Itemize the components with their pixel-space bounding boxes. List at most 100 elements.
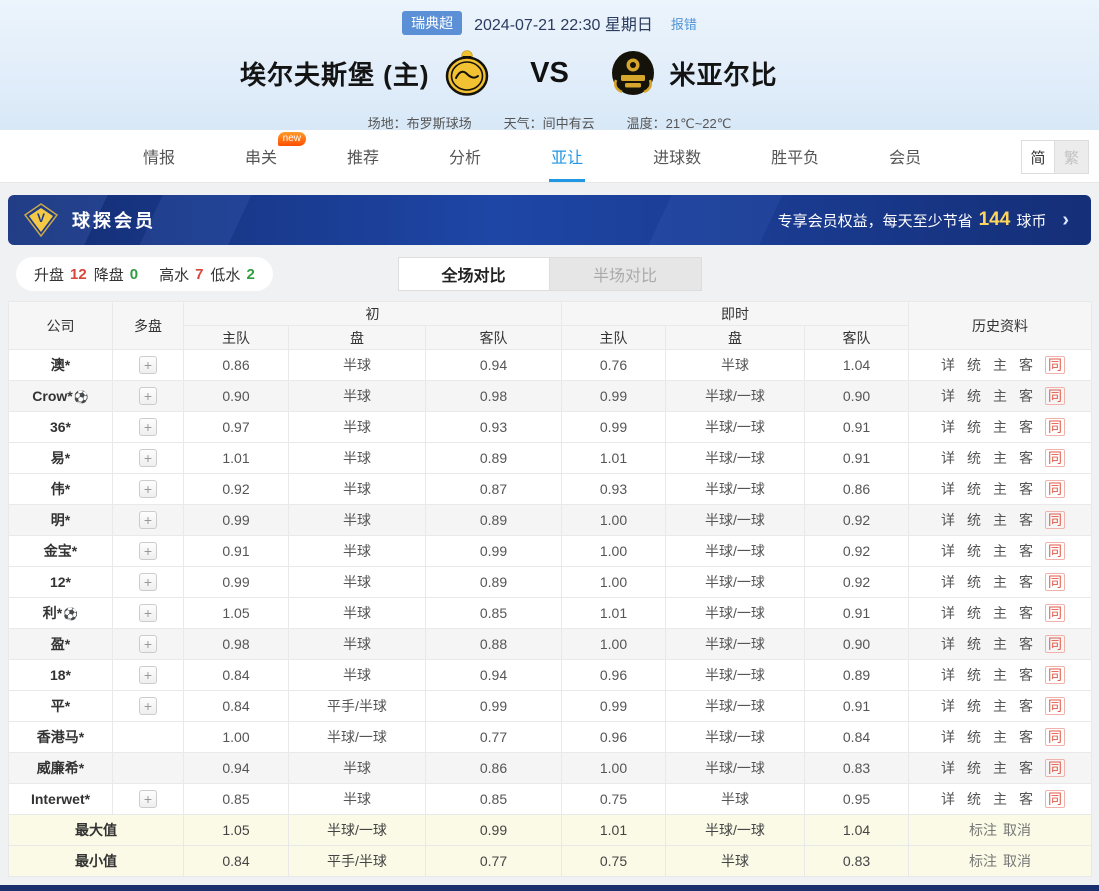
multi-odds-add-button[interactable]: +	[139, 604, 157, 622]
stats-link[interactable]: 统	[967, 574, 981, 590]
same-league-link[interactable]: 同	[1045, 480, 1065, 498]
detail-link[interactable]: 详	[941, 729, 955, 745]
same-league-link[interactable]: 同	[1045, 728, 1065, 746]
same-league-link[interactable]: 同	[1045, 573, 1065, 591]
same-league-link[interactable]: 同	[1045, 790, 1065, 808]
home-link[interactable]: 主	[993, 388, 1007, 404]
multi-odds-add-button[interactable]: +	[139, 666, 157, 684]
home-link[interactable]: 主	[993, 791, 1007, 807]
lang-simplified-button[interactable]: 简	[1021, 140, 1055, 174]
company-name[interactable]: 盈*	[51, 636, 70, 652]
mark-link[interactable]: 标注	[969, 822, 997, 838]
nav-tab-analysis[interactable]: 分析	[446, 130, 484, 182]
away-link[interactable]: 客	[1019, 419, 1033, 435]
league-badge[interactable]: 瑞典超	[402, 11, 462, 35]
home-link[interactable]: 主	[993, 543, 1007, 559]
detail-link[interactable]: 详	[941, 419, 955, 435]
vip-banner[interactable]: V 球探会员 专享会员权益，每天至少节省 144 球币 ›	[8, 195, 1091, 245]
away-link[interactable]: 客	[1019, 388, 1033, 404]
company-name[interactable]: 易*	[51, 450, 70, 466]
away-link[interactable]: 客	[1019, 667, 1033, 683]
multi-odds-add-button[interactable]: +	[139, 480, 157, 498]
multi-odds-add-button[interactable]: +	[139, 573, 157, 591]
multi-odds-add-button[interactable]: +	[139, 418, 157, 436]
chevron-right-icon[interactable]: ›	[1062, 209, 1069, 232]
away-link[interactable]: 客	[1019, 636, 1033, 652]
home-link[interactable]: 主	[993, 481, 1007, 497]
stats-link[interactable]: 统	[967, 450, 981, 466]
stats-link[interactable]: 统	[967, 667, 981, 683]
same-league-link[interactable]: 同	[1045, 449, 1065, 467]
detail-link[interactable]: 详	[941, 574, 955, 590]
stats-link[interactable]: 统	[967, 605, 981, 621]
same-league-link[interactable]: 同	[1045, 511, 1065, 529]
away-link[interactable]: 客	[1019, 512, 1033, 528]
stats-link[interactable]: 统	[967, 388, 981, 404]
company-name[interactable]: 金宝*	[44, 543, 77, 559]
nav-tab-recommend[interactable]: 推荐	[344, 130, 382, 182]
company-name[interactable]: 明*	[51, 512, 70, 528]
company-name[interactable]: 利*	[43, 605, 62, 621]
detail-link[interactable]: 详	[941, 357, 955, 373]
multi-odds-add-button[interactable]: +	[139, 356, 157, 374]
report-error-link[interactable]: 报错	[671, 14, 697, 33]
away-link[interactable]: 客	[1019, 605, 1033, 621]
cancel-link[interactable]: 取消	[1003, 853, 1031, 869]
detail-link[interactable]: 详	[941, 512, 955, 528]
company-name[interactable]: 12*	[50, 574, 71, 590]
multi-odds-add-button[interactable]: +	[139, 511, 157, 529]
same-league-link[interactable]: 同	[1045, 418, 1065, 436]
detail-link[interactable]: 详	[941, 698, 955, 714]
tab-full-match-compare[interactable]: 全场对比	[398, 257, 550, 291]
same-league-link[interactable]: 同	[1045, 759, 1065, 777]
company-name[interactable]: 36*	[50, 419, 71, 435]
company-name[interactable]: 平*	[51, 698, 70, 714]
nav-tab-vip[interactable]: 会员	[886, 130, 924, 182]
nav-tab-goals[interactable]: 进球数	[650, 130, 704, 182]
company-name[interactable]: 澳*	[51, 357, 70, 373]
away-link[interactable]: 客	[1019, 791, 1033, 807]
nav-tab-parlay[interactable]: 串关new	[242, 130, 280, 182]
multi-odds-add-button[interactable]: +	[139, 635, 157, 653]
stats-link[interactable]: 统	[967, 419, 981, 435]
multi-odds-add-button[interactable]: +	[139, 790, 157, 808]
detail-link[interactable]: 详	[941, 388, 955, 404]
detail-link[interactable]: 详	[941, 450, 955, 466]
home-link[interactable]: 主	[993, 357, 1007, 373]
detail-link[interactable]: 详	[941, 636, 955, 652]
nav-tab-asian-handicap[interactable]: 亚让	[548, 130, 586, 182]
away-link[interactable]: 客	[1019, 450, 1033, 466]
stats-link[interactable]: 统	[967, 357, 981, 373]
multi-odds-add-button[interactable]: +	[139, 449, 157, 467]
stats-link[interactable]: 统	[967, 512, 981, 528]
company-name[interactable]: 18*	[50, 667, 71, 683]
home-link[interactable]: 主	[993, 605, 1007, 621]
same-league-link[interactable]: 同	[1045, 697, 1065, 715]
company-name[interactable]: Crow*	[32, 388, 72, 404]
home-link[interactable]: 主	[993, 698, 1007, 714]
company-name[interactable]: 香港马*	[37, 729, 84, 745]
home-link[interactable]: 主	[993, 419, 1007, 435]
away-link[interactable]: 客	[1019, 729, 1033, 745]
same-league-link[interactable]: 同	[1045, 666, 1065, 684]
detail-link[interactable]: 详	[941, 791, 955, 807]
stats-link[interactable]: 统	[967, 729, 981, 745]
stats-link[interactable]: 统	[967, 636, 981, 652]
nav-tab-win-draw-lose[interactable]: 胜平负	[768, 130, 822, 182]
home-link[interactable]: 主	[993, 636, 1007, 652]
cancel-link[interactable]: 取消	[1003, 822, 1031, 838]
company-name[interactable]: 威廉希*	[37, 760, 84, 776]
detail-link[interactable]: 详	[941, 667, 955, 683]
same-league-link[interactable]: 同	[1045, 356, 1065, 374]
detail-link[interactable]: 详	[941, 543, 955, 559]
away-link[interactable]: 客	[1019, 698, 1033, 714]
company-name[interactable]: Interwet*	[31, 791, 90, 807]
stats-link[interactable]: 统	[967, 698, 981, 714]
multi-odds-add-button[interactable]: +	[139, 697, 157, 715]
away-link[interactable]: 客	[1019, 357, 1033, 373]
stats-link[interactable]: 统	[967, 760, 981, 776]
company-name[interactable]: 伟*	[51, 481, 70, 497]
same-league-link[interactable]: 同	[1045, 542, 1065, 560]
away-link[interactable]: 客	[1019, 574, 1033, 590]
tab-half-match-compare[interactable]: 半场对比	[550, 257, 702, 291]
